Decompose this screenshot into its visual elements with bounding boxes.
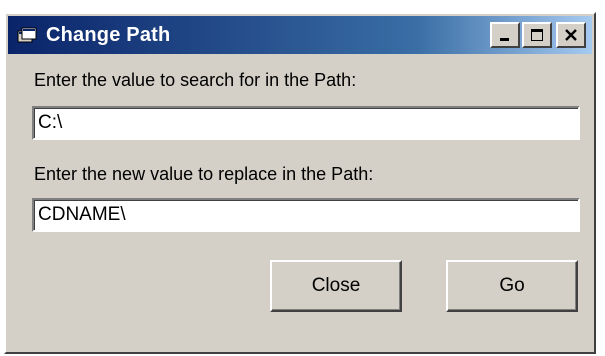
change-path-dialog: Change Path Enter the value to search fo… [4, 12, 596, 354]
close-icon [565, 29, 577, 41]
search-input[interactable] [32, 106, 580, 140]
minimize-button[interactable] [490, 22, 520, 48]
maximize-button[interactable] [522, 22, 552, 48]
window-title: Change Path [46, 23, 171, 46]
close-window-button[interactable] [556, 22, 586, 48]
replace-label: Enter the new value to replace in the Pa… [34, 164, 374, 184]
search-label: Enter the value to search for in the Pat… [34, 70, 357, 90]
go-button[interactable]: Go [446, 260, 578, 312]
window-controls [488, 22, 586, 48]
replace-input[interactable] [32, 198, 580, 232]
app-icon[interactable] [16, 24, 38, 46]
title-bar[interactable]: Change Path [8, 16, 592, 54]
maximize-icon [531, 29, 543, 41]
close-button[interactable]: Close [270, 260, 402, 312]
minimize-icon [500, 38, 509, 41]
